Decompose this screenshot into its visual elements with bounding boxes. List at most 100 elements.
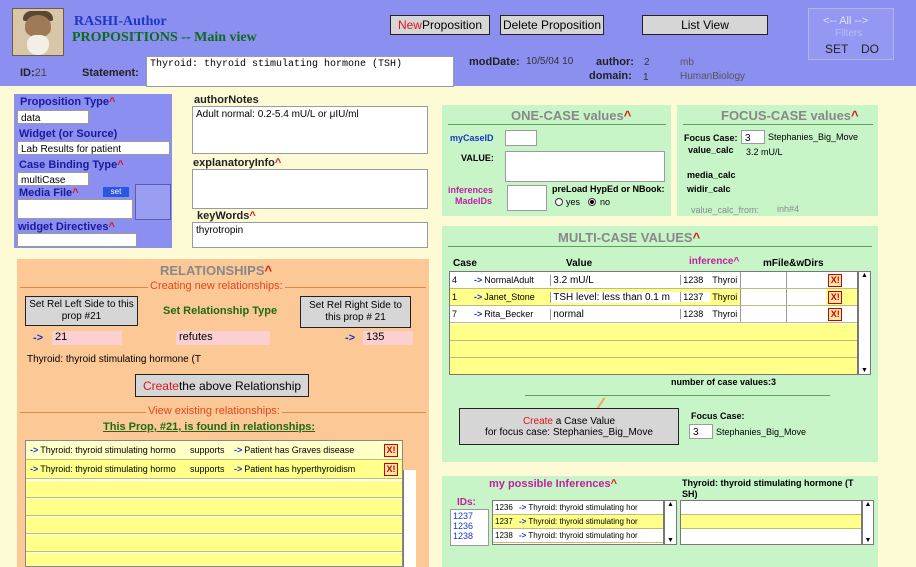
case-row-empty <box>450 358 857 374</box>
list-view-button[interactable]: List View <box>642 15 768 35</box>
domain-number: 1 <box>643 72 649 83</box>
one-case-divider <box>448 124 666 125</box>
statement-field[interactable]: Thyroid: thyroid stimulating hormone (TS… <box>146 56 454 87</box>
case-row[interactable]: 7 -> Rita_Becker normal 1238 Thyroi X! <box>450 306 857 323</box>
relationship-row[interactable]: -> Thyroid: thyroid stimulating hormo supp… <box>26 460 402 479</box>
preload-label: preLoad HypEd or NBook: <box>552 184 665 194</box>
relationships-title: RELATIONSHIPS^ <box>160 263 273 278</box>
media-set-button[interactable]: set <box>103 187 129 197</box>
relationship-row-empty <box>26 553 402 566</box>
inference-detail-title: Thyroid: thyroid stimulating hormone (T … <box>682 478 854 499</box>
app-title: RASHI-Author <box>74 14 167 29</box>
case-row-empty <box>450 324 857 341</box>
relationship-type-field[interactable]: refutes <box>176 331 270 345</box>
delete-relationship-icon[interactable]: X! <box>384 462 398 476</box>
case-row-empty <box>450 341 857 358</box>
preload-no-radio[interactable] <box>588 198 596 206</box>
inferences-label: inferences <box>448 185 494 195</box>
left-arrow-icon: -> <box>33 332 44 344</box>
keywords-field[interactable]: thyrotropin <box>192 222 428 248</box>
inferences-scrollbar[interactable]: ▲ ▼ <box>664 500 677 545</box>
madeids-label: MadeIDs <box>455 196 493 206</box>
inference-row[interactable]: 1237 -> Thyroid: thyroid stimulating hor <box>493 515 663 529</box>
multi-case-divider <box>448 246 872 247</box>
do-link[interactable]: DO <box>861 42 879 56</box>
relationship-row-empty <box>26 517 402 534</box>
preload-yes-radio[interactable] <box>555 198 563 206</box>
focus-case-num-field[interactable]: 3 <box>741 130 765 144</box>
id-value: 21 <box>34 67 47 79</box>
creating-label: Creating new relationships: <box>148 280 285 292</box>
delete-relationship-icon[interactable]: X! <box>384 443 398 457</box>
set-left-side-button[interactable]: Set Rel Left Side to this prop #21 <box>25 296 138 326</box>
author-notes-label: authorNotes <box>194 94 259 106</box>
inference-detail-scrollbar[interactable]: ▲ ▼ <box>862 500 874 545</box>
media-calc-label: media_calc <box>687 170 736 180</box>
relationship-row-empty <box>26 499 402 516</box>
media-label: Media File^ <box>19 187 79 199</box>
case-row[interactable]: 4 -> NormalAdult 3.2 mU/L 1238 Thyroi X! <box>450 272 857 289</box>
relationship-row[interactable]: -> Thyroid: thyroid stimulating hormo supp… <box>26 441 402 460</box>
inferences-list[interactable]: 1236 -> Thyroid: thyroid stimulating hor 1… <box>492 500 664 545</box>
author-notes-field[interactable]: Adult normal: 0.2-5.4 mU/L or μIU/ml <box>192 106 428 154</box>
widget-label: Widget (or Source) <box>19 128 118 140</box>
explanatory-field[interactable] <box>192 169 428 209</box>
focus-case-name: Stephanies_Big_Move <box>768 132 859 142</box>
domain-label: domain: <box>589 70 632 82</box>
create-case-value-button[interactable]: Create a Case Value for focus case: Step… <box>459 408 679 445</box>
all-nav-link[interactable]: <-- All --> <box>823 15 868 27</box>
preload-yes-label: yes <box>566 197 581 207</box>
new-label-rest: Proposition <box>421 18 483 32</box>
delete-case-icon[interactable]: X! <box>828 273 843 287</box>
set-link[interactable]: SET <box>825 42 848 56</box>
directives-label: widget Directives^ <box>18 221 115 233</box>
prop-type-field[interactable]: data <box>17 110 89 124</box>
mc-focus-case-label: Focus Case: <box>691 411 745 421</box>
inference-id: 1237 <box>453 511 474 521</box>
right-arrow-icon: -> <box>345 332 356 344</box>
mc-focus-num-field[interactable]: 3 <box>689 424 713 439</box>
col-case-header: Case <box>453 258 477 269</box>
inference-row[interactable]: 1238 -> Thyroid: thyroid stimulating hor <box>493 529 663 543</box>
delete-case-icon[interactable]: X! <box>828 307 843 321</box>
case-values-scrollbar[interactable]: ▲ ▼ <box>858 271 871 375</box>
widget-field[interactable]: Lab Results for patient <box>17 141 170 155</box>
focus-case-label: Focus Case: <box>684 133 738 143</box>
inference-detail-list[interactable] <box>680 500 862 545</box>
delete-case-icon[interactable]: X! <box>828 290 843 304</box>
binding-field[interactable]: multiCase <box>17 172 89 186</box>
new-proposition-button[interactable]: New Proposition <box>390 15 490 35</box>
right-side-field[interactable]: 135 <box>363 331 413 345</box>
my-case-id-field[interactable] <box>505 130 537 146</box>
multi-case-divider-2 <box>525 395 830 396</box>
id-label: ID:21 <box>20 67 47 79</box>
found-in-label: This Prop, #21, is found in relationship… <box>103 421 316 433</box>
preload-no-label: no <box>600 197 611 207</box>
case-row[interactable]: 1 -> Janet_Stone TSH level: less than 0.1 … <box>450 289 857 306</box>
author-value: mb <box>680 57 694 68</box>
relationships-scrollbar[interactable] <box>403 470 416 567</box>
directives-field[interactable] <box>17 233 137 247</box>
left-side-field[interactable]: 21 <box>52 331 122 345</box>
one-case-title: ONE-CASE values^ <box>511 108 632 123</box>
relationships-list[interactable]: -> Thyroid: thyroid stimulating hormo supp… <box>25 440 403 567</box>
multi-case-title: MULTI-CASE VALUES^ <box>558 230 701 245</box>
widir-calc-label: widir_calc <box>687 184 731 194</box>
col-mfile-header: mFile&wDirs <box>763 258 824 269</box>
case-values-table[interactable]: 4 -> NormalAdult 3.2 mU/L 1238 Thyroi X! 1… <box>449 271 858 375</box>
value-calc-value: 3.2 mU/L <box>746 147 783 157</box>
author-number: 2 <box>644 57 650 68</box>
inference-row[interactable]: 1236 -> Thyroid: thyroid stimulating hor <box>493 501 663 515</box>
value-field[interactable] <box>505 151 665 182</box>
left-side-text: Thyroid: thyroid stimulating hormone (T <box>27 354 201 365</box>
delete-proposition-button[interactable]: Delete Proposition <box>500 15 604 35</box>
media-preview <box>135 184 171 220</box>
media-field[interactable] <box>17 199 133 219</box>
author-label: author: <box>596 56 634 68</box>
inference-ids-list[interactable]: 1237 1236 1238 <box>450 509 489 546</box>
domain-value: HumanBiology <box>680 71 746 82</box>
create-relationship-button[interactable]: Create the above Relationship <box>135 374 309 397</box>
set-right-side-button[interactable]: Set Rel Right Side to this prop # 21 <box>300 296 411 328</box>
inference-ids-field[interactable] <box>507 185 547 211</box>
value-calc-label: value_calc <box>688 145 734 155</box>
